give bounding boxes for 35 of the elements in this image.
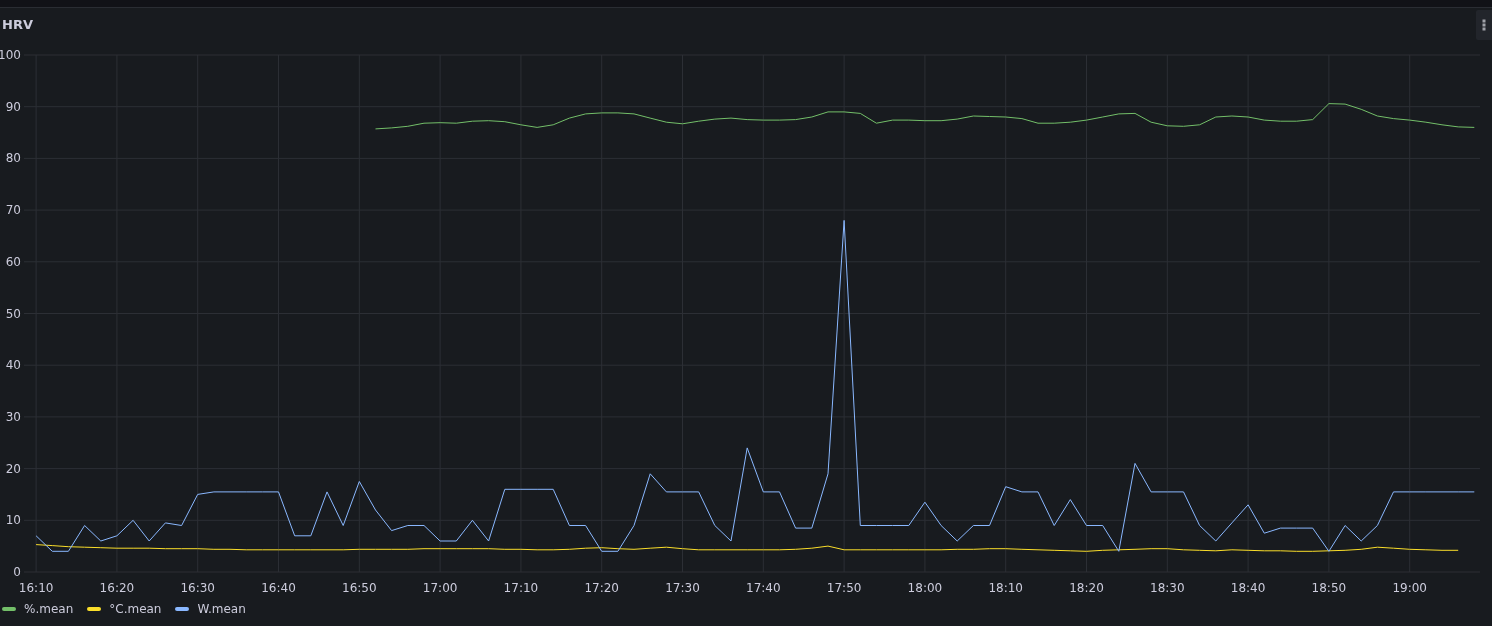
legend-label[interactable]: W.mean [197,602,246,616]
y-axis-label: 30 [5,409,21,424]
x-axis-label: 18:50 [1311,581,1347,595]
x-axis-label: 17:40 [746,581,781,595]
y-axis-label: 40 [5,358,21,373]
x-axis-label: 17:50 [826,581,862,595]
legend-label[interactable]: °C.mean [109,602,162,616]
vertical-dots-icon [1482,19,1486,31]
x-axis-label: 18:00 [907,581,943,595]
legend-label[interactable]: %.mean [24,602,74,616]
y-axis-label: 70 [5,203,21,218]
x-axis-label: 18:40 [1230,581,1266,595]
x-axis-label: 18:20 [1069,581,1104,595]
x-axis-label: 17:10 [503,581,539,595]
x-axis-label: 17:30 [665,581,700,595]
x-axis-label: 18:30 [1150,581,1185,595]
x-axis-label: 16:10 [18,581,54,595]
x-axis-label: 18:10 [988,581,1023,595]
x-axis-label: 19:00 [1392,581,1427,595]
menu-button[interactable] [1476,10,1492,40]
x-axis-label: 17:00 [422,581,458,595]
y-axis-label: 80 [5,151,21,166]
y-axis-label: 10 [5,513,21,528]
y-axis-label: 20 [5,461,21,476]
x-axis-label: 16:50 [342,581,377,595]
y-axis-label: 60 [5,254,21,269]
x-axis-label: 16:20 [99,581,135,595]
x-axis-label: 16:30 [180,581,215,595]
y-axis-label: 90 [5,99,21,114]
y-axis-label: 0 [13,565,21,579]
x-axis-label: 17:20 [584,581,619,595]
y-axis-label: 100 [0,48,21,62]
x-axis-label: 16:40 [261,581,296,595]
panel-title: HRV [2,16,33,32]
y-axis-label: 50 [5,306,21,321]
